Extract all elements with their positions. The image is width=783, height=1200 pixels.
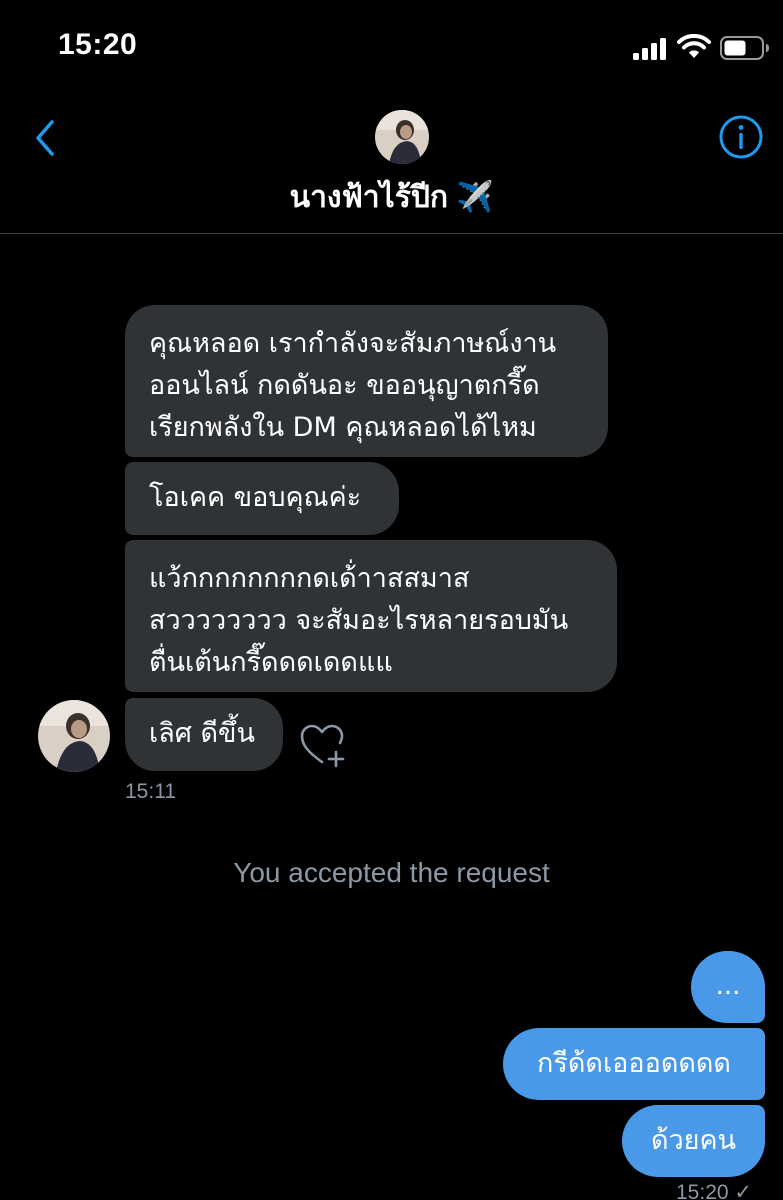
battery-icon xyxy=(720,36,769,60)
outgoing-message[interactable]: กรีด้ดเอออดดดด xyxy=(503,1028,765,1100)
sender-avatar[interactable] xyxy=(38,700,110,772)
contact-name: นางฟ้าไร้ปีก ✈️ xyxy=(0,174,783,221)
sent-timestamp: 15:20 ✓ xyxy=(676,1181,752,1200)
status-time: 15:20 xyxy=(58,28,138,61)
outgoing-message[interactable]: ... xyxy=(691,951,765,1023)
status-bar: 15:20 xyxy=(0,0,783,96)
contact-avatar[interactable] xyxy=(375,110,429,164)
heart-add-reaction-icon[interactable] xyxy=(298,722,348,768)
outgoing-message[interactable]: ด้วยคน xyxy=(622,1105,765,1177)
back-button[interactable] xyxy=(30,116,64,160)
conversation-header: นางฟ้าไร้ปีก ✈️ xyxy=(0,96,783,234)
message-timestamp: 15:11 xyxy=(125,780,176,803)
incoming-message[interactable]: คุณหลอด เรากำลังจะสัมภาษณ์งาน ออนไลน์ กด… xyxy=(125,305,608,457)
info-icon[interactable] xyxy=(718,114,764,160)
avatar-photo-icon xyxy=(375,110,429,164)
request-accepted-notice: You accepted the request xyxy=(233,857,550,888)
incoming-message[interactable]: แว้กกกกกกกกดเด้่าาสสมาส สวววววววว จะสัมอ… xyxy=(125,540,617,692)
airplane-emoji: ✈️ xyxy=(456,180,494,215)
incoming-message[interactable]: โอเคค ขอบคุณค่ะ xyxy=(125,462,399,535)
cellular-signal-icon xyxy=(633,38,666,60)
incoming-message[interactable]: เลิศ ดีขึ้น xyxy=(125,698,283,771)
avatar-photo-icon xyxy=(38,700,110,772)
contact-name-text: นางฟ้าไร้ปีก xyxy=(289,180,449,215)
wifi-icon xyxy=(677,34,711,58)
